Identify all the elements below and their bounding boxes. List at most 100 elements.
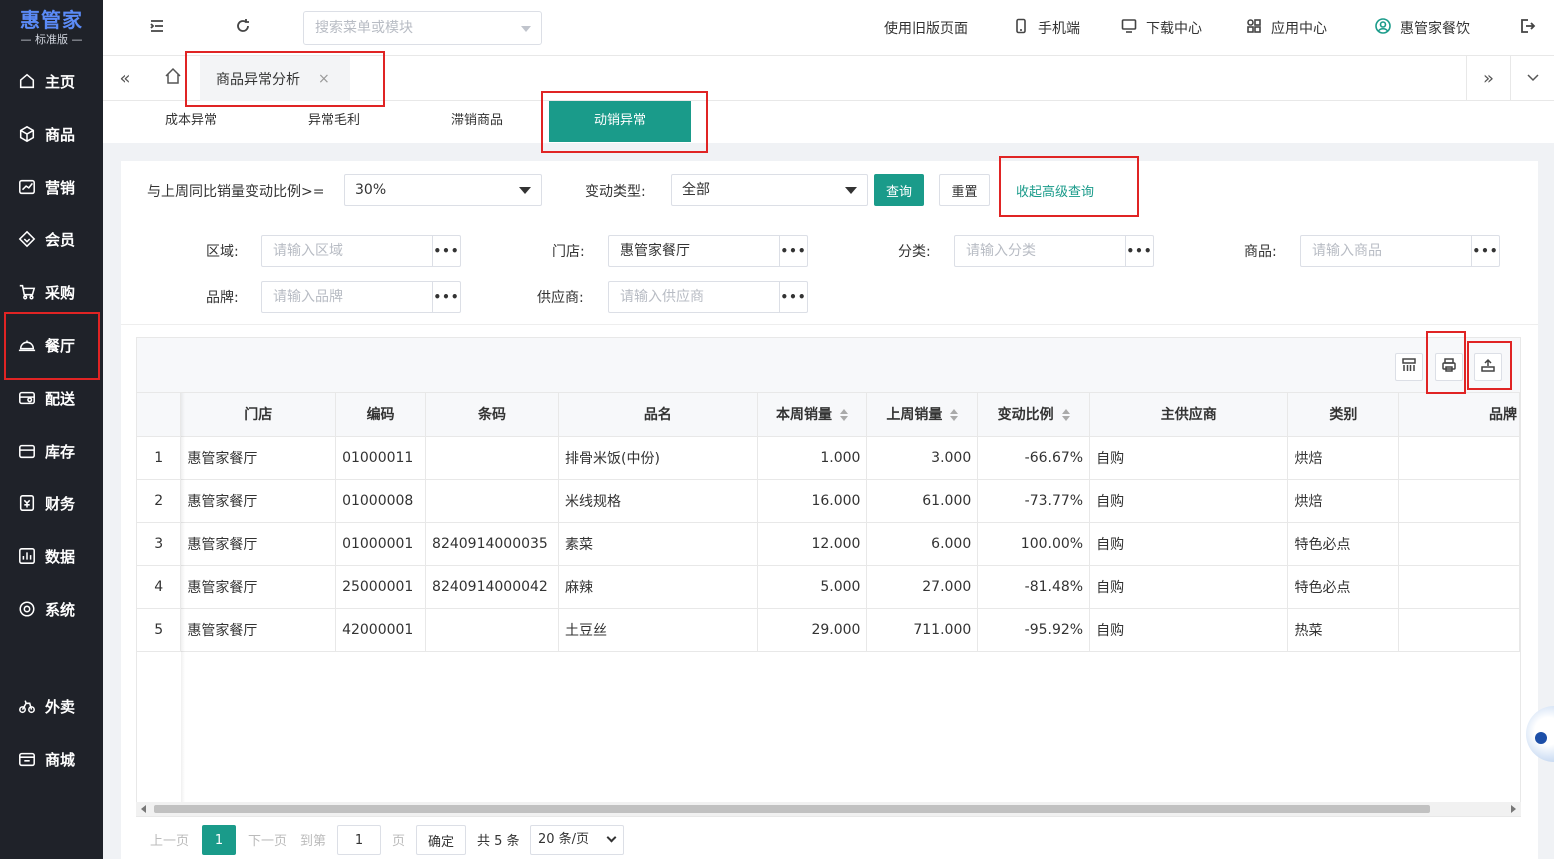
collapse-advanced-query-link[interactable]: 收起高级查询 [1016,181,1094,200]
sidebar-item-takeout[interactable]: 外卖 [0,680,103,732]
more-dots-icon[interactable]: ••• [1125,236,1153,266]
divider [121,324,1538,325]
tab-slow-moving[interactable]: 滞销商品 [411,101,543,143]
sidebar-item-system[interactable]: 系统 [0,583,103,635]
ratio-select[interactable]: 30% [344,174,542,206]
chevron-down-icon [606,832,617,843]
sort-icon[interactable] [840,409,849,422]
page-jump-confirm-button[interactable]: 确定 [416,825,466,855]
more-dots-icon[interactable]: ••• [1471,236,1499,266]
cell-ratio: -95.92% [977,608,1091,652]
page-number-current[interactable]: 1 [202,825,236,855]
sidebar-item-label: 数据 [45,547,76,566]
tab-scroll-right-button[interactable]: » [1466,56,1510,101]
cell-category: 烘焙 [1287,436,1400,480]
scrollbar-thumb[interactable] [154,805,1430,813]
product-input[interactable]: 请输入商品 ••• [1300,235,1500,267]
refresh-button[interactable] [231,16,255,40]
cell-barcode [425,436,560,480]
sidebar-item-delivery[interactable]: 配送 [0,372,103,424]
sidebar-item-finance[interactable]: 财务 [0,477,103,529]
sort-icon[interactable] [950,409,959,422]
supplier-label: 供应商: [537,290,584,306]
ratio-label: 与上周同比销量变动比例>= [147,184,325,200]
region-placeholder: 请输入区域 [273,243,343,259]
region-input[interactable]: 请输入区域 ••• [261,235,461,267]
tab-sales-anomaly[interactable]: 动销异常 [549,101,691,142]
scroll-left-arrow-icon[interactable] [141,805,146,813]
next-page-button[interactable]: 下一页 [248,830,287,849]
tab-scroll-left-button[interactable]: « [103,56,147,101]
export-button[interactable] [1474,353,1502,381]
home-tab-button[interactable] [151,56,195,101]
app-center-link[interactable]: 应用中心 [1246,18,1327,38]
old-page-link[interactable]: 使用旧版页面 [884,18,968,38]
sidebar-item-home[interactable]: 主页 [0,55,103,107]
tab-dropdown-button[interactable] [1510,56,1554,101]
cell-code: 25000001 [335,565,427,609]
supplier-input[interactable]: 请输入供应商 ••• [608,281,808,313]
print-button[interactable] [1435,353,1463,381]
column-settings-button[interactable] [1395,353,1423,381]
prev-page-button[interactable]: 上一页 [150,830,189,849]
sidebar-item-products[interactable]: 商品 [0,108,103,160]
sort-icon[interactable] [1061,409,1070,422]
cell-idx: 4 [137,565,182,609]
more-dots-icon[interactable]: ••• [432,282,460,312]
page-size-select[interactable]: 20 条/页 [530,825,624,855]
diamond-icon [17,229,37,249]
caret-down-icon [845,187,857,194]
tab-cost-anomaly[interactable]: 成本异常 [125,101,257,143]
column-header-this-week[interactable]: 本周销量 [757,393,868,437]
store-input[interactable]: 惠管家餐厅 ••• [608,235,808,267]
menu-search-select[interactable]: 搜索菜单或模块 [303,11,542,45]
cell-last-week: 27.000 [866,565,979,609]
tab-margin-anomaly[interactable]: 异常毛利 [268,101,400,143]
old-page-label: 使用旧版页面 [884,21,968,37]
cell-store: 惠管家餐厅 [180,565,337,609]
more-dots-icon[interactable]: ••• [432,236,460,266]
printer-icon [1441,357,1457,377]
column-header-change-ratio[interactable]: 变动比例 [977,393,1091,437]
mobile-link[interactable]: 手机端 [1013,18,1080,38]
query-button[interactable]: 查询 [874,174,924,206]
cell-store: 惠管家餐厅 [180,479,337,523]
sidebar-item-inventory[interactable]: 库存 [0,425,103,477]
sidebar-item-members[interactable]: 会员 [0,213,103,265]
page-jump-input[interactable]: 1 [337,825,381,855]
close-icon[interactable]: × [318,71,330,87]
sidebar-item-marketing[interactable]: 营销 [0,161,103,213]
more-dots-icon[interactable]: ••• [779,236,807,266]
change-type-select[interactable]: 全部 [671,174,868,206]
category-input[interactable]: 请输入分类 ••• [954,235,1154,267]
download-center-link[interactable]: 下载中心 [1121,18,1202,38]
reset-button[interactable]: 重置 [939,174,990,206]
table-row[interactable]: 1 惠管家餐厅 01000011 排骨米饭(中份) 1.000 3.000 -66.67% 自… [137,436,1520,480]
cell-supplier: 自购 [1089,608,1289,652]
horizontal-scrollbar[interactable] [136,802,1521,816]
scroll-right-arrow-icon[interactable] [1511,805,1516,813]
more-dots-icon[interactable]: ••• [779,282,807,312]
logout-button[interactable] [1515,16,1539,40]
table-row[interactable]: 2 惠管家餐厅 01000008 米线规格 16.000 61.000 -73.77% 自购烘… [137,479,1520,523]
logo-text: 惠管家 [20,8,83,32]
sidebar-item-data[interactable]: 数据 [0,530,103,582]
table-row[interactable]: 5 惠管家餐厅 42000001 土豆丝 29.000 711.000 -95.92% 自购热… [137,608,1520,652]
sidebar-item-label: 库存 [45,442,76,461]
column-header-last-week[interactable]: 上周销量 [866,393,979,437]
sidebar-item-restaurant[interactable]: 餐厅 [0,319,103,371]
cell-ratio: 100.00% [977,522,1091,566]
brand-input[interactable]: 请输入品牌 ••• [261,281,461,313]
menu-toggle-button[interactable] [145,16,169,40]
sidebar-item-mall[interactable]: 商城 [0,733,103,785]
sidebar-item-purchase[interactable]: 采购 [0,266,103,318]
column-header-category: 类别 [1287,393,1400,437]
table-row[interactable]: 4 惠管家餐厅 25000001 8240914000042 麻辣 5.000 27.000… [137,565,1520,609]
logout-icon [1518,17,1536,39]
cell-idx: 3 [137,522,182,566]
tab-product-anomaly[interactable]: 商品异常分析 × [200,56,350,101]
mobile-label: 手机端 [1038,21,1080,37]
user-menu[interactable]: 惠管家餐饮 [1375,18,1470,38]
table-row[interactable]: 3 惠管家餐厅 01000001 8240914000035 素菜 12.000 6.000… [137,522,1520,566]
home-icon [17,71,37,91]
